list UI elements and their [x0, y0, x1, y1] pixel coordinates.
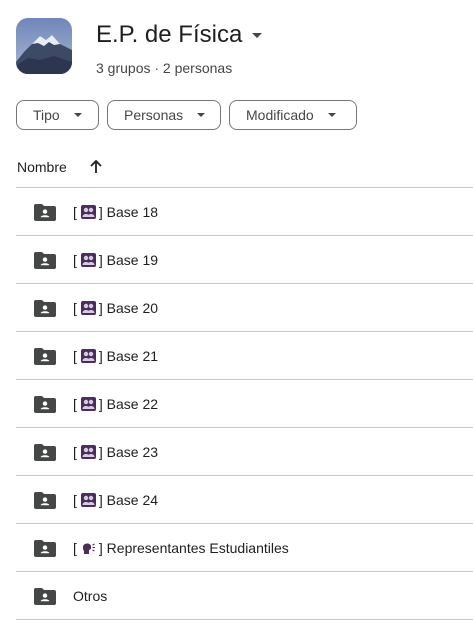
- shared-folder-icon: [34, 395, 56, 413]
- people-icon: [80, 348, 96, 363]
- item-name-prefix: [: [73, 539, 77, 556]
- filter-type-label: Tipo: [33, 107, 60, 123]
- chevron-down-icon: [252, 32, 263, 38]
- speaking-head-icon: [82, 542, 95, 554]
- chevron-down-icon: [197, 113, 206, 117]
- chevron-down-icon: [327, 113, 336, 117]
- item-name-text: ] Base 22: [98, 395, 159, 412]
- item-name: [ ] Representantes Estudiantiles: [73, 540, 289, 556]
- item-name: [ ] Base 19: [73, 252, 158, 268]
- item-name: [ ] Base 21: [73, 348, 158, 364]
- item-name-text: ] Representantes Estudiantiles: [98, 539, 289, 556]
- item-name-prefix: [: [73, 251, 77, 268]
- item-name: [ ] Base 22: [73, 396, 158, 412]
- item-name-text: ] Base 20: [98, 299, 159, 316]
- item-name: [ ] Base 24: [73, 492, 158, 508]
- list-item[interactable]: [ ] Base 21: [16, 332, 473, 380]
- group-title-dropdown[interactable]: E.P. de Física: [96, 20, 263, 50]
- group-header: E.P. de Física 3 grupos · 2 personas: [16, 18, 263, 76]
- shared-folder-icon: [34, 251, 56, 269]
- filter-modified-label: Modificado: [246, 107, 314, 123]
- item-name-prefix: [: [73, 347, 77, 364]
- shared-folder-icon: [34, 203, 56, 221]
- item-name-prefix: [: [73, 203, 77, 220]
- item-name-text: ] Base 19: [98, 251, 159, 268]
- shared-folder-icon: [34, 491, 56, 509]
- list-item[interactable]: [ ] Representantes Estudiantiles: [16, 524, 473, 572]
- people-icon: [80, 252, 96, 267]
- list-item[interactable]: [ ] Base 20: [16, 284, 473, 332]
- page-title: E.P. de Física: [96, 21, 243, 48]
- item-name-text: Otros: [73, 587, 108, 604]
- group-summary: 3 grupos · 2 personas: [96, 60, 233, 76]
- item-name-prefix: [: [73, 299, 77, 316]
- filter-type-chip[interactable]: Tipo: [16, 100, 99, 130]
- item-name-prefix: [: [73, 491, 77, 508]
- list-item[interactable]: [ ] Base 24: [16, 476, 473, 524]
- people-icon: [80, 300, 96, 315]
- filter-people-chip[interactable]: Personas: [107, 100, 221, 130]
- filter-people-label: Personas: [124, 107, 184, 123]
- group-avatar: [16, 18, 72, 74]
- people-icon: [80, 492, 96, 507]
- item-name: [ ] Base 23: [73, 444, 158, 460]
- shared-folder-icon: [34, 587, 56, 605]
- list-item[interactable]: Otros: [16, 572, 473, 620]
- mountain-photo-icon: [16, 18, 72, 74]
- people-icon: [80, 204, 96, 219]
- list-header: Nombre: [17, 159, 103, 175]
- list-item[interactable]: [ ] Base 23: [16, 428, 473, 476]
- item-name-text: ] Base 21: [98, 347, 159, 364]
- list-item[interactable]: [ ] Base 18: [16, 188, 473, 236]
- shared-folder-icon: [34, 347, 56, 365]
- shared-folder-icon: [34, 299, 56, 317]
- filter-modified-chip[interactable]: Modificado: [229, 100, 357, 130]
- item-name: [ ] Base 18: [73, 204, 158, 220]
- item-name-prefix: [: [73, 443, 77, 460]
- file-list: [ ] Base 18 [ ] Base 19 [ ] Base 20 [ ] Base 21…: [16, 187, 473, 620]
- item-name-text: ] Base 23: [98, 443, 159, 460]
- shared-folder-icon: [34, 443, 56, 461]
- list-item[interactable]: [ ] Base 19: [16, 236, 473, 284]
- item-name-prefix: [: [73, 395, 77, 412]
- shared-folder-icon: [34, 539, 56, 557]
- name-column-header[interactable]: Nombre: [17, 159, 67, 175]
- arrow-up-icon[interactable]: [89, 159, 103, 175]
- chevron-down-icon: [73, 113, 82, 117]
- list-item[interactable]: [ ] Base 22: [16, 380, 473, 428]
- item-name: Otros: [73, 588, 107, 604]
- item-name: [ ] Base 20: [73, 300, 158, 316]
- people-icon: [80, 444, 96, 459]
- item-name-text: ] Base 24: [98, 491, 159, 508]
- item-name-text: ] Base 18: [98, 203, 159, 220]
- filter-bar: Tipo Personas Modificado: [16, 100, 357, 130]
- people-icon: [80, 396, 96, 411]
